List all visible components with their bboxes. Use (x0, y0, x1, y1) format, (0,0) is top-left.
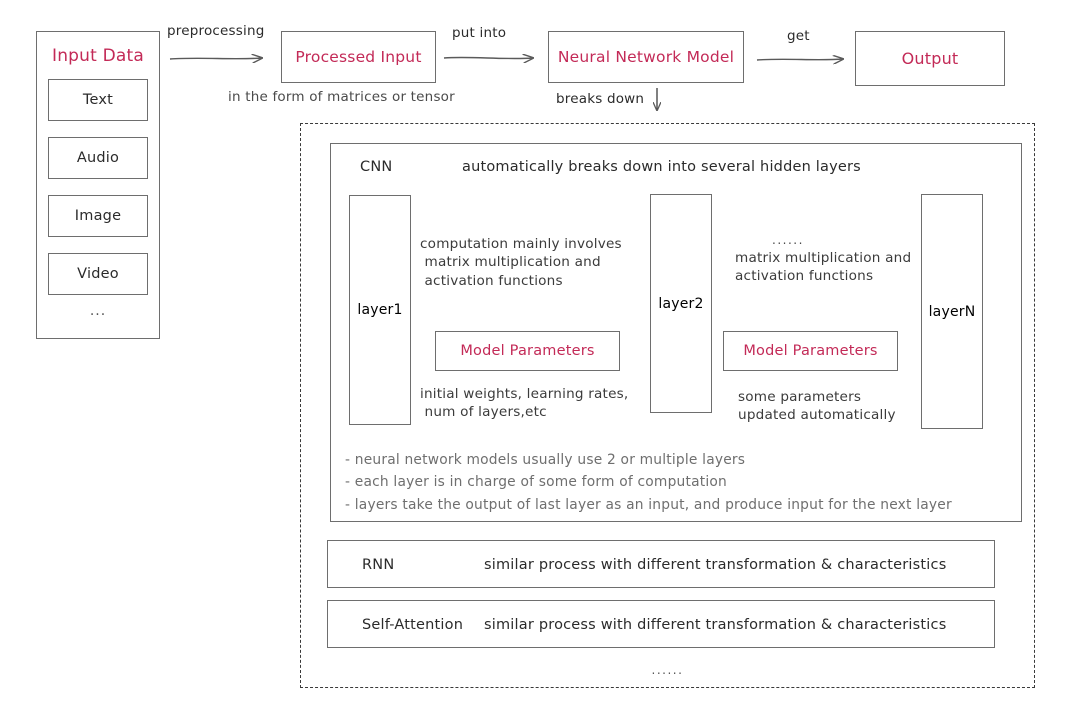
layer2-box[interactable]: layer2 (650, 194, 712, 413)
arrow-label-preprocessing: preprocessing (167, 23, 265, 39)
self-attention-title: Self-Attention (362, 617, 464, 633)
input-item-label: Audio (76, 150, 120, 166)
neural-network-model-label: Neural Network Model (557, 48, 735, 66)
layer1-label: layer1 (357, 302, 403, 318)
model-parameters-box-2[interactable]: Model Parameters (723, 331, 898, 371)
note-model-parameters-1: initial weights, learning rates, num of … (420, 386, 629, 421)
model-parameters-label: Model Parameters (460, 343, 595, 359)
note-layer2-to-layerN: matrix multiplication and activation fun… (735, 250, 912, 285)
arrow-label-get: get (787, 28, 810, 44)
rnn-description: similar process with different transform… (484, 557, 947, 573)
input-item-audio[interactable]: Audio (48, 137, 148, 179)
input-item-label: Text (82, 92, 114, 108)
cnn-title: CNN (360, 159, 393, 175)
input-item-video[interactable]: Video (48, 253, 148, 295)
processed-input-box[interactable]: Processed Input (281, 31, 436, 83)
note-layer1-to-layer2: computation mainly involves matrix multi… (420, 236, 622, 289)
model-parameters-box-1[interactable]: Model Parameters (435, 331, 620, 371)
arrow-put-into (443, 57, 533, 58)
note-matrices-or-tensor: in the form of matrices or tensor (228, 89, 455, 105)
input-data-title: Input Data (51, 46, 144, 66)
layerN-box[interactable]: layerN (921, 194, 983, 429)
rnn-title: RNN (362, 557, 395, 573)
arrow-preprocessing (169, 58, 262, 59)
note-model-parameters-2: some parameters updated automatically (738, 389, 896, 424)
cnn-subtitle: automatically breaks down into several h… (462, 159, 861, 175)
processed-input-label: Processed Input (295, 48, 422, 66)
input-item-ellipsis: ... (89, 303, 107, 319)
cnn-bullet-notes: - neural network models usually use 2 or… (345, 452, 952, 513)
input-item-image[interactable]: Image (48, 195, 148, 237)
layerN-label: layerN (928, 303, 976, 320)
breakdown-ellipsis: ...... (651, 663, 684, 677)
model-parameters-label: Model Parameters (743, 343, 878, 359)
transition-dots: ...... (772, 233, 804, 247)
output-label: Output (901, 49, 959, 68)
neural-network-model-box[interactable]: Neural Network Model (548, 31, 744, 83)
input-item-text[interactable]: Text (48, 79, 148, 121)
arrow-label-put-into: put into (452, 25, 507, 41)
input-item-label: Image (74, 208, 122, 224)
self-attention-description: similar process with different transform… (484, 617, 947, 633)
output-box[interactable]: Output (855, 31, 1005, 86)
layer1-box[interactable]: layer1 (349, 195, 411, 425)
layer2-label: layer2 (658, 295, 704, 312)
diagram-canvas: Input Data Text Audio Image Video ... Pr… (0, 0, 1080, 723)
input-item-label: Video (77, 266, 119, 282)
arrow-label-breaks-down: breaks down (556, 91, 645, 107)
arrow-get (756, 59, 843, 60)
